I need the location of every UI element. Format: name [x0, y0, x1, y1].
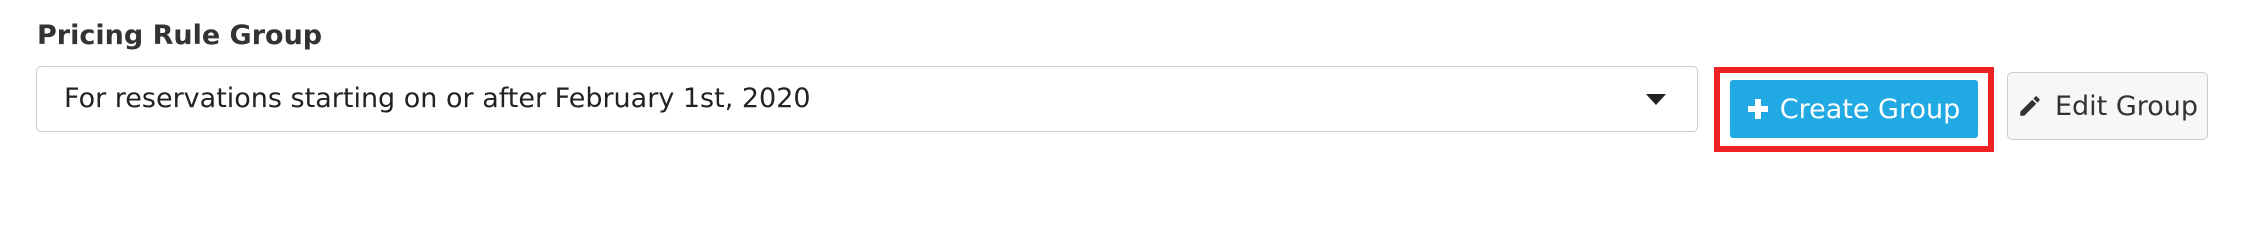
plus-icon	[1747, 99, 1768, 119]
create-group-label: Create Group	[1779, 93, 1961, 125]
select-selected-value: For reservations starting on or after Fe…	[64, 83, 811, 114]
edit-group-button[interactable]: Edit Group	[2007, 72, 2208, 140]
caret-down-icon	[1646, 94, 1666, 105]
pencil-icon	[2020, 96, 2040, 116]
edit-group-label: Edit Group	[2054, 90, 2199, 122]
create-group-button[interactable]: Create Group	[1730, 80, 1978, 138]
pricing-rule-group-select[interactable]: For reservations starting on or after Fe…	[36, 66, 1698, 132]
pricing-rule-group-label: Pricing Rule Group	[37, 20, 323, 51]
